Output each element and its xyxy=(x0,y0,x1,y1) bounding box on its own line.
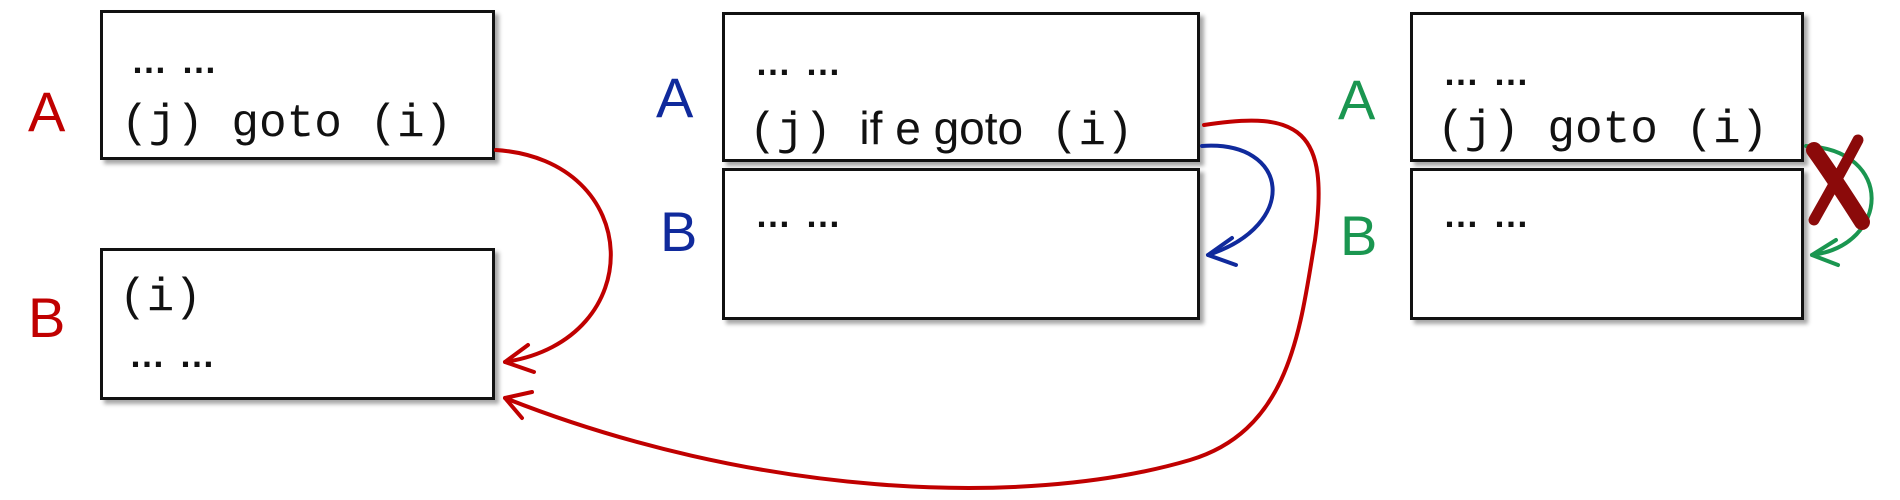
fall-through-arrow xyxy=(1200,143,1275,267)
branch-taken-arrow xyxy=(503,118,1321,490)
control-flow-diagram: A … … (j) goto (i) B (i) … … A … … (j) i… xyxy=(0,0,1900,500)
jump-arrow-red xyxy=(494,148,613,374)
arrows-layer xyxy=(494,118,1874,490)
